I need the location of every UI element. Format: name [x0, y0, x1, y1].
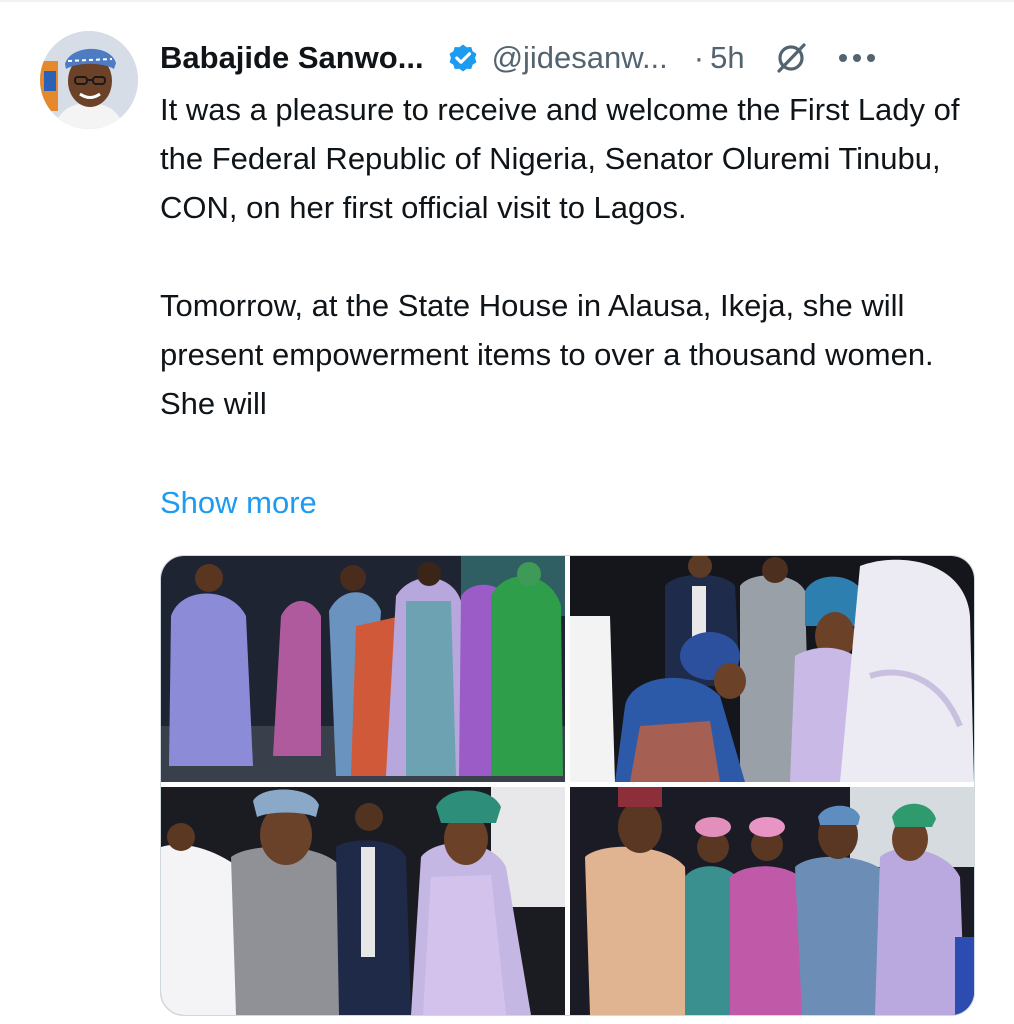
show-more-link[interactable]: Show more: [160, 478, 317, 527]
post-header: Babajide Sanwo... @jidesanw... · 5h: [160, 34, 980, 82]
more-options-icon[interactable]: [837, 52, 877, 64]
media-photo-1[interactable]: [161, 556, 565, 782]
media-photo-3[interactable]: [161, 787, 565, 1015]
author-name[interactable]: Babajide Sanwo...: [160, 40, 424, 76]
separator-dot: ·: [693, 40, 705, 75]
verified-badge-icon: [449, 44, 477, 72]
top-divider: [0, 0, 1014, 2]
media-photo-2[interactable]: [570, 556, 974, 782]
grok-icon[interactable]: [773, 40, 809, 76]
author-handle[interactable]: @jidesanw...: [492, 40, 668, 76]
media-photo-4[interactable]: [570, 787, 974, 1015]
post-paragraph: Tomorrow, at the State House in Alausa, …: [160, 288, 934, 421]
post-time[interactable]: 5h: [710, 40, 744, 76]
avatar[interactable]: [40, 31, 138, 129]
avatar-image: [40, 31, 138, 129]
post-paragraph: It was a pleasure to receive and welcome…: [160, 92, 960, 225]
post-text: It was a pleasure to receive and welcome…: [160, 85, 990, 428]
media-grid: [160, 555, 975, 1016]
